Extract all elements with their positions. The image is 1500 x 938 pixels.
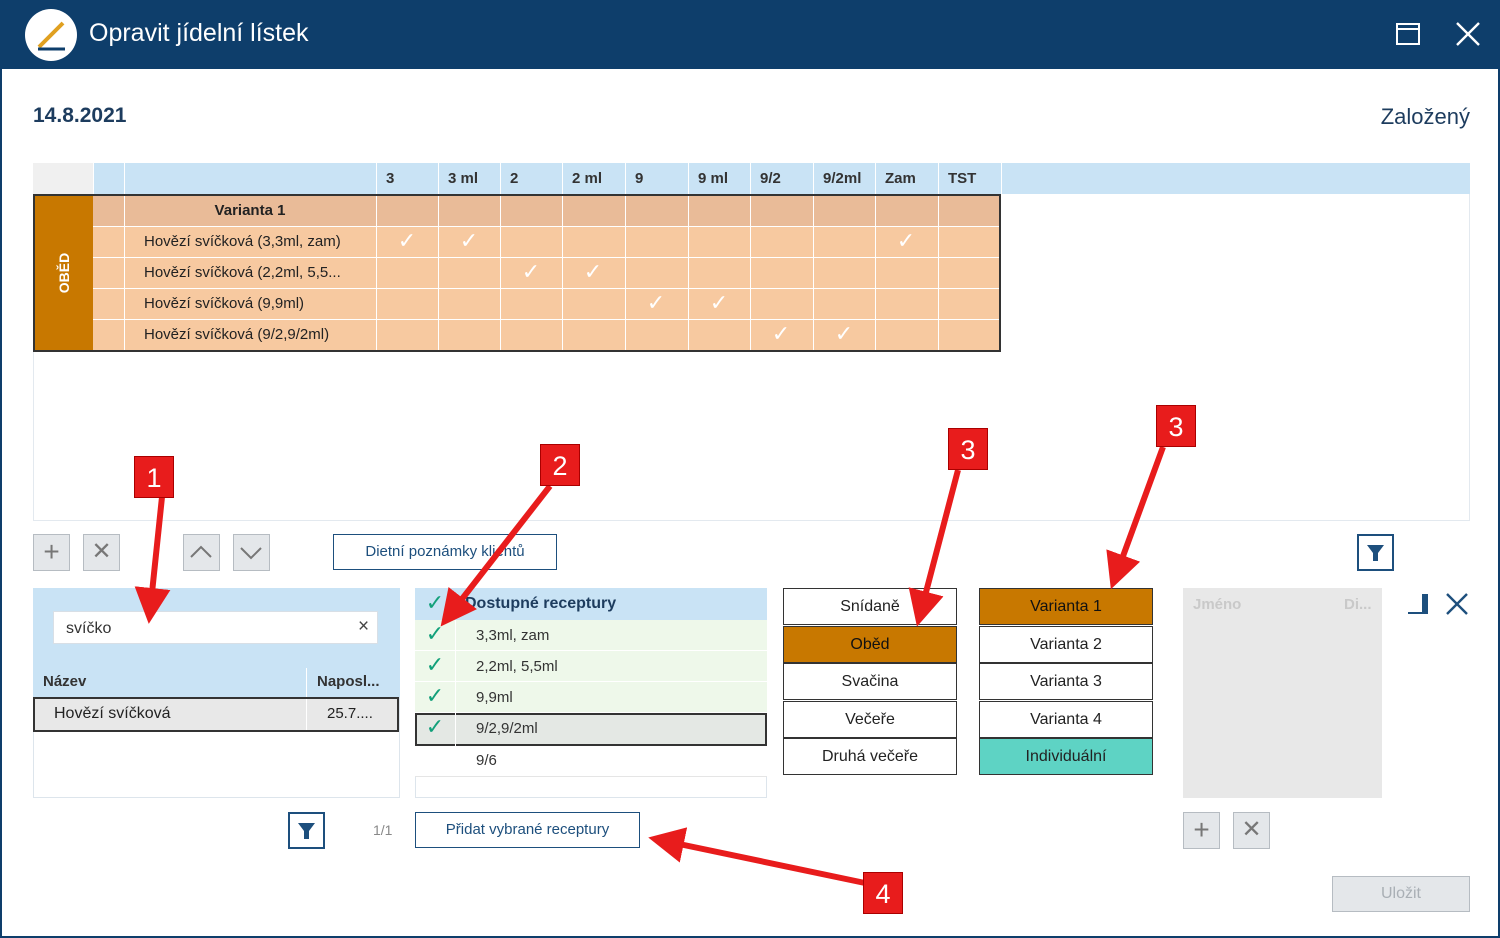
grid-col-header: 3 xyxy=(376,163,438,194)
recipe-row[interactable] xyxy=(415,651,767,682)
move-down-icon[interactable] xyxy=(233,534,270,571)
edit-pencil-icon xyxy=(25,9,77,61)
add-icon[interactable]: + xyxy=(1183,812,1220,849)
add-icon[interactable]: + xyxy=(33,534,70,571)
menu-status: Založený xyxy=(1380,104,1470,129)
check-icon[interactable]: ✓ xyxy=(415,652,455,678)
recipe-row[interactable] xyxy=(415,620,767,651)
result-name: Hovězí svíčková xyxy=(54,705,171,722)
meal-item[interactable]: Svačina xyxy=(783,663,957,700)
annotation-badge: 4 xyxy=(863,872,903,914)
search-input[interactable]: svíčko xyxy=(53,611,378,644)
check-icon: ✓ xyxy=(397,228,417,253)
save-button[interactable]: Uložit xyxy=(1332,876,1470,912)
grid-row-recipe[interactable]: Hovězí svíčková (9,9ml) xyxy=(144,295,304,312)
annotation-badge: 3 xyxy=(948,428,988,470)
check-icon: ✓ xyxy=(459,228,479,253)
grid-col-header: 9/2ml xyxy=(813,163,875,194)
check-icon[interactable]: ✓ xyxy=(415,714,455,740)
window-title: Opravit jídelní lístek xyxy=(89,19,309,47)
meal-item-active[interactable]: Oběd xyxy=(783,626,957,663)
page-info: 1/1 xyxy=(373,822,393,838)
grid-col-header: 3 ml xyxy=(438,163,500,194)
add-selected-recipes-button[interactable]: Přidat vybrané receptury xyxy=(415,812,640,848)
check-icon[interactable]: ✓ xyxy=(415,590,455,616)
variant-item-active[interactable]: Varianta 1 xyxy=(979,588,1153,625)
result-date: 25.7.... xyxy=(327,705,373,722)
menu-date: 14.8.2021 xyxy=(33,104,127,127)
column-header-name[interactable]: Jméno xyxy=(1193,596,1241,613)
grid-col-header: 9/2 xyxy=(750,163,813,194)
check-icon: ✓ xyxy=(834,321,854,346)
filter-icon[interactable] xyxy=(288,812,325,849)
check-icon: ✓ xyxy=(896,228,916,253)
recipe-row[interactable] xyxy=(415,682,767,713)
remove-icon[interactable]: ✕ xyxy=(83,534,120,571)
column-header-last[interactable]: Naposl... xyxy=(306,668,400,697)
grid-col-header: Zam xyxy=(875,163,938,194)
column-header-name[interactable]: Název xyxy=(33,668,306,697)
filter-icon[interactable] xyxy=(1357,534,1394,571)
recipe-row-selected[interactable] xyxy=(415,713,767,746)
meal-item[interactable]: Druhá večeře xyxy=(783,738,957,775)
recipe-row[interactable] xyxy=(415,746,767,777)
variant-item[interactable]: Varianta 3 xyxy=(979,663,1153,700)
meal-item[interactable]: Snídaně xyxy=(783,588,957,625)
grid-row-recipe[interactable]: Hovězí svíčková (2,2ml, 5,5... xyxy=(144,264,341,281)
clear-search-icon[interactable]: × xyxy=(358,616,369,638)
grid-col-header: 9 ml xyxy=(688,163,750,194)
diet-notes-button[interactable]: Dietní poznámky klientů xyxy=(333,534,557,570)
grid-row-recipe[interactable]: Hovězí svíčková (9/2,9/2ml) xyxy=(144,326,329,343)
maximize-icon[interactable] xyxy=(1388,14,1428,54)
grid-col-header: 9 xyxy=(625,163,688,194)
grid-corner xyxy=(33,163,93,194)
grid-col-header: 2 ml xyxy=(562,163,625,194)
variant-item[interactable]: Varianta 2 xyxy=(979,626,1153,663)
close-icon[interactable] xyxy=(1448,14,1488,54)
check-icon: ✓ xyxy=(709,290,729,315)
check-icon[interactable]: ✓ xyxy=(415,621,455,647)
grid-row-recipe[interactable]: Hovězí svíčková (3,3ml, zam) xyxy=(144,233,341,250)
close-icon[interactable] xyxy=(1443,590,1471,618)
column-chooser-icon[interactable] xyxy=(1406,592,1432,616)
persons-panel xyxy=(1183,588,1382,798)
check-icon[interactable]: ✓ xyxy=(415,683,455,709)
check-icon: ✓ xyxy=(583,259,603,284)
check-icon: ✓ xyxy=(521,259,541,284)
move-up-icon[interactable] xyxy=(183,534,220,571)
annotation-badge: 3 xyxy=(1156,405,1196,447)
check-icon: ✓ xyxy=(771,321,791,346)
meal-label: OBĚD xyxy=(35,196,93,350)
meal-item[interactable]: Večeře xyxy=(783,701,957,738)
annotation-badge: 2 xyxy=(540,444,580,486)
recipes-header: Dostupné receptury xyxy=(465,595,617,612)
variant-item[interactable]: Varianta 4 xyxy=(979,701,1153,738)
variant-name: Varianta 1 xyxy=(214,202,286,219)
annotation-badge: 1 xyxy=(134,456,174,498)
remove-icon[interactable]: ✕ xyxy=(1233,812,1270,849)
column-header-diet[interactable]: Di... xyxy=(1344,596,1372,613)
grid-col-header: TST xyxy=(938,163,1001,194)
grid-col-header: 2 xyxy=(500,163,562,194)
variant-item-individual[interactable]: Individuální xyxy=(979,738,1153,775)
check-icon: ✓ xyxy=(646,290,666,315)
